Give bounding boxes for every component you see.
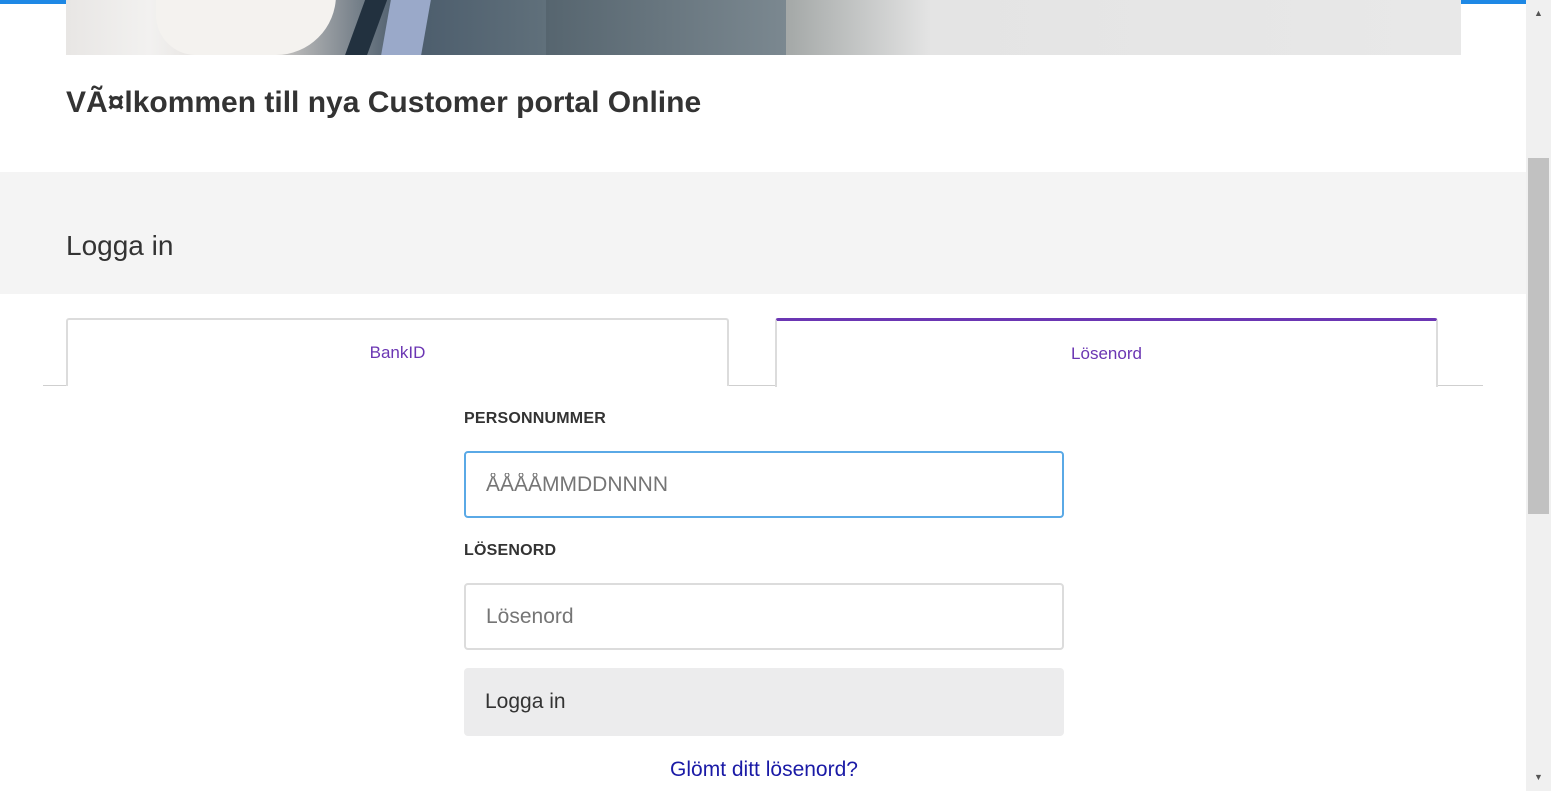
login-heading: Logga in [66,230,174,261]
personnummer-input[interactable] [464,451,1064,518]
triangle-up-icon[interactable]: ▲ [1526,4,1551,21]
tab-password-label: Lösenord [1071,344,1142,363]
scrollbar-thumb[interactable] [1528,158,1549,514]
password-label: LÖSENORD [464,542,557,559]
password-input[interactable] [464,583,1064,650]
forgot-password-link[interactable]: Glömt ditt lösenord? [464,758,1064,782]
vertical-scrollbar[interactable]: ▲ ▼ [1526,0,1551,791]
tab-bankid-label: BankID [369,343,426,362]
login-button[interactable]: Logga in [464,668,1064,736]
tab-password[interactable]: Lösenord [775,318,1438,387]
triangle-down-icon[interactable]: ▼ [1526,768,1551,785]
page-title: VÃ¤lkommen till nya Customer portal Onli… [66,86,702,119]
personnummer-label: PERSONNUMMER [464,410,606,427]
page: VÃ¤lkommen till nya Customer portal Onli… [0,0,1551,791]
login-header-band [0,172,1526,294]
hero-banner-image [66,0,1461,55]
tab-bankid[interactable]: BankID [66,318,729,386]
